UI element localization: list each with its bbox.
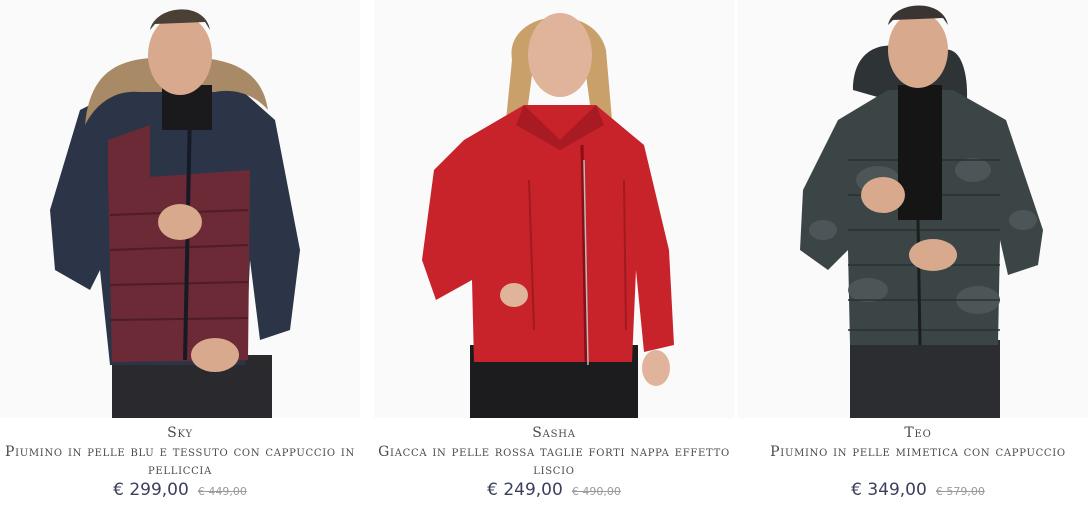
product-price-block: € 249,00 € 490,00 bbox=[374, 480, 734, 500]
product-grid: Sky Piumino in pelle blu e tessuto con c… bbox=[0, 0, 1088, 518]
product-card-teo[interactable]: Teo Piumino in pelle mimetica con cappuc… bbox=[738, 0, 1088, 518]
product-image-teo[interactable] bbox=[738, 0, 1088, 418]
product-name[interactable]: Teo bbox=[738, 425, 1088, 441]
product-price: € 299,00 bbox=[113, 480, 189, 500]
product-description[interactable]: Giacca in pelle rossa taglie forti nappa… bbox=[374, 443, 734, 479]
product-old-price: € 490,00 bbox=[571, 485, 621, 498]
product-price-block: € 299,00 € 449,00 bbox=[0, 480, 360, 500]
product-image-sky[interactable] bbox=[0, 0, 360, 418]
product-description[interactable]: Piumino in pelle blu e tessuto con cappu… bbox=[0, 443, 360, 479]
product-old-price: € 449,00 bbox=[197, 485, 247, 498]
product-price: € 349,00 bbox=[851, 480, 927, 500]
product-description[interactable]: Piumino in pelle mimetica con cappuccio bbox=[738, 443, 1088, 461]
product-name[interactable]: Sasha bbox=[374, 425, 734, 441]
product-card-sasha[interactable]: Sasha Giacca in pelle rossa taglie forti… bbox=[374, 0, 734, 518]
product-price-block: € 349,00 € 579,00 bbox=[738, 480, 1088, 500]
product-price: € 249,00 bbox=[487, 480, 563, 500]
product-old-price: € 579,00 bbox=[935, 485, 985, 498]
product-name[interactable]: Sky bbox=[0, 425, 360, 441]
product-card-sky[interactable]: Sky Piumino in pelle blu e tessuto con c… bbox=[0, 0, 360, 518]
product-image-sasha[interactable] bbox=[374, 0, 734, 418]
